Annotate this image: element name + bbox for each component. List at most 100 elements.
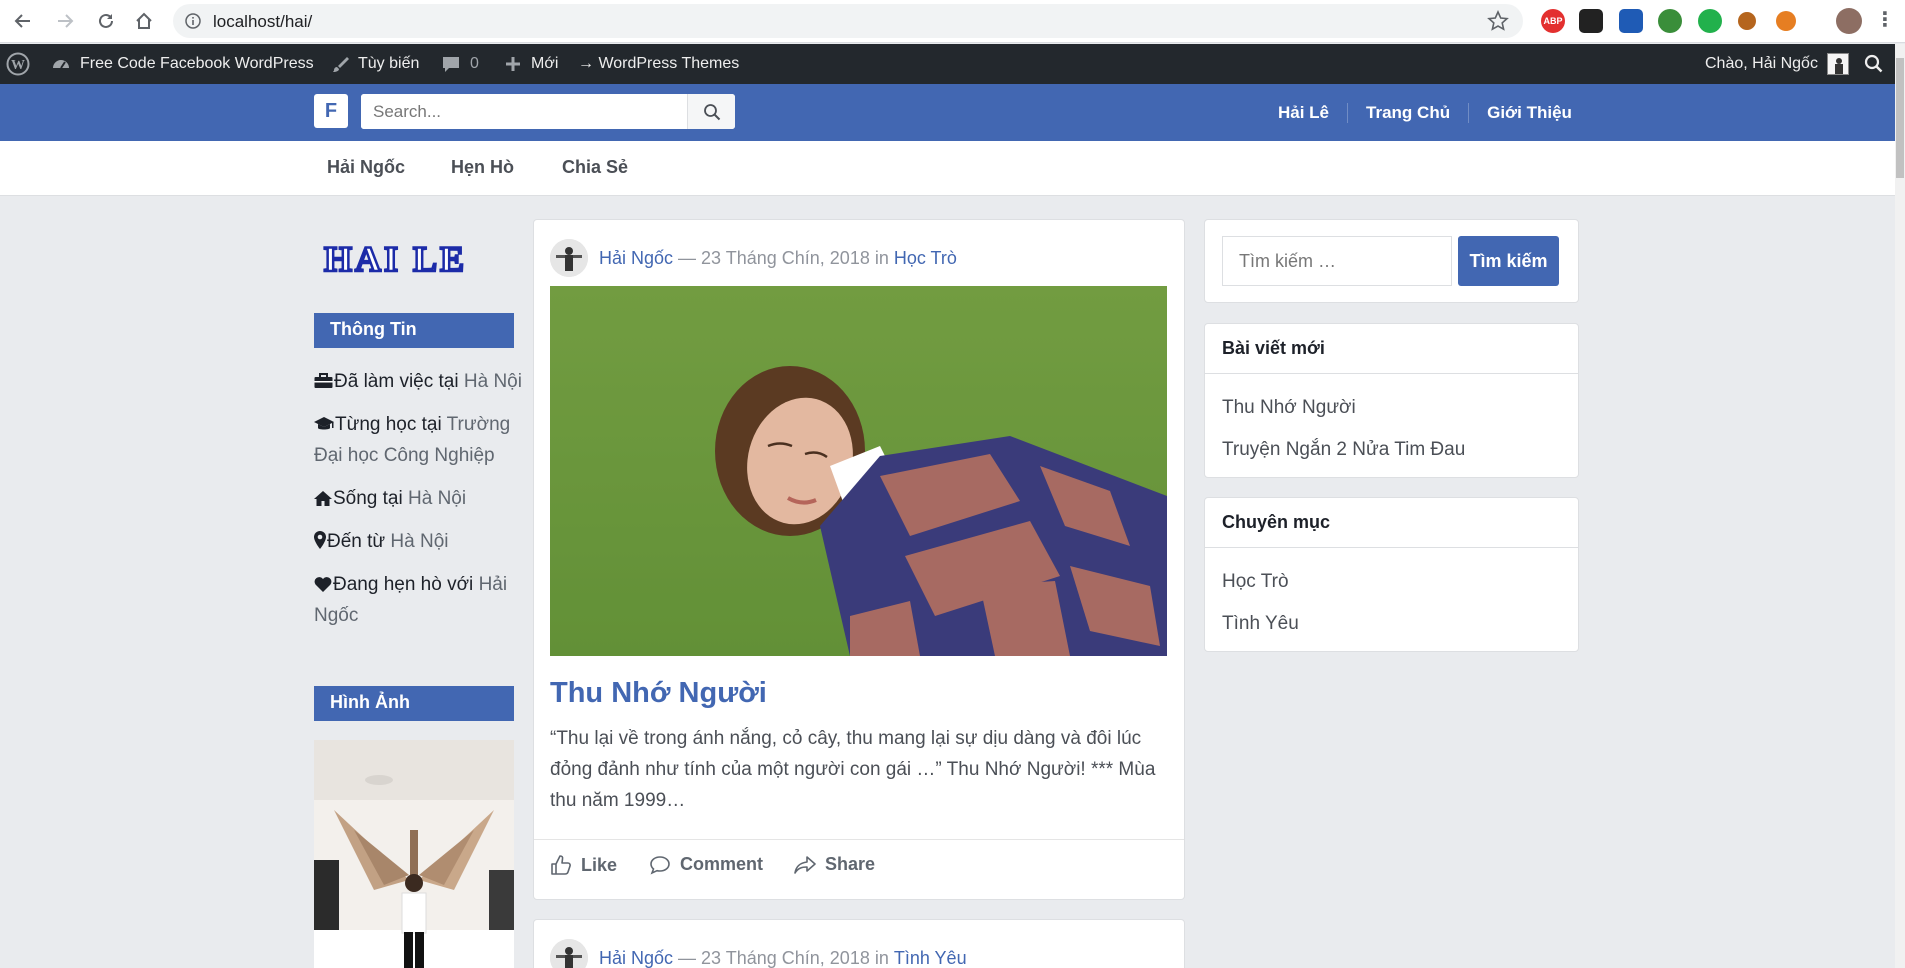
profile-logo[interactable]: HAI LE — [323, 238, 467, 281]
recent-post-link[interactable]: Thu Nhớ Người — [1222, 387, 1465, 429]
info-row-live: Sống tại Hà Nội — [314, 483, 524, 514]
my-account-link[interactable]: Chào, Hải Ngốc — [1705, 44, 1849, 84]
post-date: — 23 Tháng Chín, 2018 in — [678, 247, 889, 268]
extension-icon[interactable] — [1658, 9, 1682, 33]
header-search-input[interactable] — [361, 94, 686, 129]
browser-toolbar: localhost/hai/ ABP ⋮ — [0, 0, 1905, 43]
extension-icon[interactable] — [1698, 9, 1722, 33]
post-category[interactable]: Học Trò — [894, 248, 957, 269]
post-category[interactable]: Tình Yêu — [894, 948, 967, 968]
post-author[interactable]: Hải Ngốc — [599, 948, 673, 968]
info-row-from: Đến từ Hà Nội — [314, 526, 524, 557]
post-author[interactable]: Hải Ngốc — [599, 248, 673, 269]
reload-icon — [99, 13, 113, 28]
like-button[interactable]: Like — [550, 854, 617, 876]
extension-icon[interactable] — [1619, 9, 1643, 33]
post-actions: Like Comment Share — [534, 839, 1184, 897]
info-link[interactable]: Hà Nội — [464, 371, 522, 392]
comment-icon — [443, 57, 459, 72]
sub-nav: Hải Ngốc Hẹn Hò Chia Sẻ — [0, 141, 1895, 196]
comments-link[interactable]: 0 — [441, 44, 479, 84]
site-header: F Hải Lê Trang Chủ Giới Thiệu — [0, 84, 1895, 141]
scrollbar-thumb[interactable] — [1896, 58, 1904, 178]
info-row-study: Từng học tại Trường Đại học Công Nghiệp — [314, 414, 511, 466]
categories-title: Chuyên mục — [1205, 498, 1578, 548]
profile-avatar[interactable] — [1836, 8, 1862, 34]
post-card: Hải Ngốc — 23 Tháng Chín, 2018 in Học Tr… — [533, 219, 1185, 900]
featured-photo — [550, 286, 1167, 656]
info-title: Thông Tin — [314, 313, 514, 348]
recent-posts-list: Thu Nhớ Người Truyện Ngắn 2 Nửa Tim Đau — [1222, 387, 1465, 471]
extension-icon[interactable] — [1579, 9, 1603, 33]
search-icon — [703, 103, 720, 120]
extension-icon[interactable] — [1776, 11, 1796, 31]
comment-button[interactable]: Comment — [649, 854, 763, 875]
sub-nav-hen-ho[interactable]: Hẹn Hò — [451, 157, 514, 178]
themes-link[interactable]: → WordPress Themes — [578, 44, 739, 84]
comment-icon — [650, 855, 670, 875]
sidebar-search-button[interactable]: Tìm kiếm — [1458, 236, 1559, 286]
map-marker-icon — [314, 531, 326, 549]
admin-bar: W Free Code Facebook WordPress Tùy biến … — [0, 44, 1905, 84]
nav-hai-le[interactable]: Hải Lê — [1260, 103, 1347, 123]
post-featured-image[interactable] — [550, 286, 1167, 656]
wordpress-logo[interactable]: W — [6, 44, 30, 84]
header-search-button[interactable] — [687, 94, 735, 129]
photos-title: Hình Ảnh — [314, 686, 514, 721]
post-meta: Hải Ngốc — 23 Tháng Chín, 2018 in Tình Y… — [550, 938, 967, 968]
category-link[interactable]: Học Trò — [1222, 561, 1299, 603]
site-logo[interactable]: F — [314, 94, 348, 128]
post-card: Hải Ngốc — 23 Tháng Chín, 2018 in Tình Y… — [533, 919, 1185, 968]
brush-icon — [333, 57, 349, 72]
briefcase-icon — [314, 373, 333, 388]
info-icon[interactable] — [185, 13, 201, 29]
nav-trang-chu[interactable]: Trang Chủ — [1347, 102, 1468, 123]
thumbs-up-icon — [551, 855, 571, 875]
home-button[interactable] — [131, 8, 157, 34]
info-row-dating: Đang hẹn hò với Hải Ngốc — [314, 574, 508, 626]
share-button[interactable]: Share — [794, 854, 875, 875]
sidebar-search-input[interactable] — [1222, 236, 1452, 286]
recent-post-link[interactable]: Truyện Ngắn 2 Nửa Tim Đau — [1222, 429, 1465, 471]
search-icon — [1864, 54, 1883, 73]
post-title[interactable]: Thu Nhớ Người — [550, 677, 767, 710]
nav-gioi-thieu[interactable]: Giới Thiệu — [1468, 102, 1590, 123]
author-avatar[interactable] — [550, 939, 588, 968]
home-icon — [314, 491, 332, 506]
wordpress-icon: W — [6, 52, 30, 76]
avatar — [1826, 53, 1849, 75]
extension-icon[interactable] — [1738, 12, 1756, 30]
recent-posts-widget: Bài viết mới Thu Nhớ Người Truyện Ngắn 2… — [1204, 323, 1579, 478]
admin-search[interactable] — [1864, 44, 1884, 84]
dashboard-icon — [53, 60, 69, 69]
recent-posts-title: Bài viết mới — [1205, 324, 1578, 374]
header-search — [361, 94, 735, 129]
plus-icon — [506, 57, 520, 71]
new-content-link[interactable]: Mới — [504, 44, 558, 84]
post-meta: Hải Ngốc — 23 Tháng Chín, 2018 in Học Tr… — [550, 238, 957, 278]
page-scrollbar[interactable] — [1895, 44, 1905, 968]
star-icon[interactable] — [1487, 10, 1509, 32]
categories-list: Học Trò Tình Yêu — [1222, 561, 1299, 645]
address-bar[interactable]: localhost/hai/ — [173, 4, 1523, 38]
reload-button[interactable] — [93, 8, 119, 34]
photo-image — [314, 740, 514, 968]
abp-icon[interactable]: ABP — [1541, 9, 1565, 33]
forward-button[interactable] — [52, 8, 78, 34]
sub-nav-hai-ngoc[interactable]: Hải Ngốc — [327, 157, 405, 178]
info-link[interactable]: Hà Nội — [408, 488, 466, 509]
back-button[interactable] — [10, 8, 36, 34]
post-date: — 23 Tháng Chín, 2018 in — [678, 947, 889, 968]
menu-icon[interactable]: ⋮ — [1873, 7, 1897, 31]
info-row-work: Đã làm việc tại Hà Nội — [314, 366, 524, 397]
site-name-link[interactable]: Free Code Facebook WordPress — [51, 44, 314, 84]
categories-widget: Chuyên mục Học Trò Tình Yêu — [1204, 497, 1579, 652]
graduation-cap-icon — [314, 417, 334, 430]
sub-nav-chia-se[interactable]: Chia Sẻ — [562, 157, 628, 178]
category-link[interactable]: Tình Yêu — [1222, 603, 1299, 645]
info-link[interactable]: Hà Nội — [390, 531, 448, 552]
sidebar-photo[interactable] — [314, 740, 514, 968]
author-avatar[interactable] — [550, 239, 588, 277]
url-text[interactable]: localhost/hai/ — [213, 12, 312, 32]
customize-link[interactable]: Tùy biến — [331, 44, 419, 84]
